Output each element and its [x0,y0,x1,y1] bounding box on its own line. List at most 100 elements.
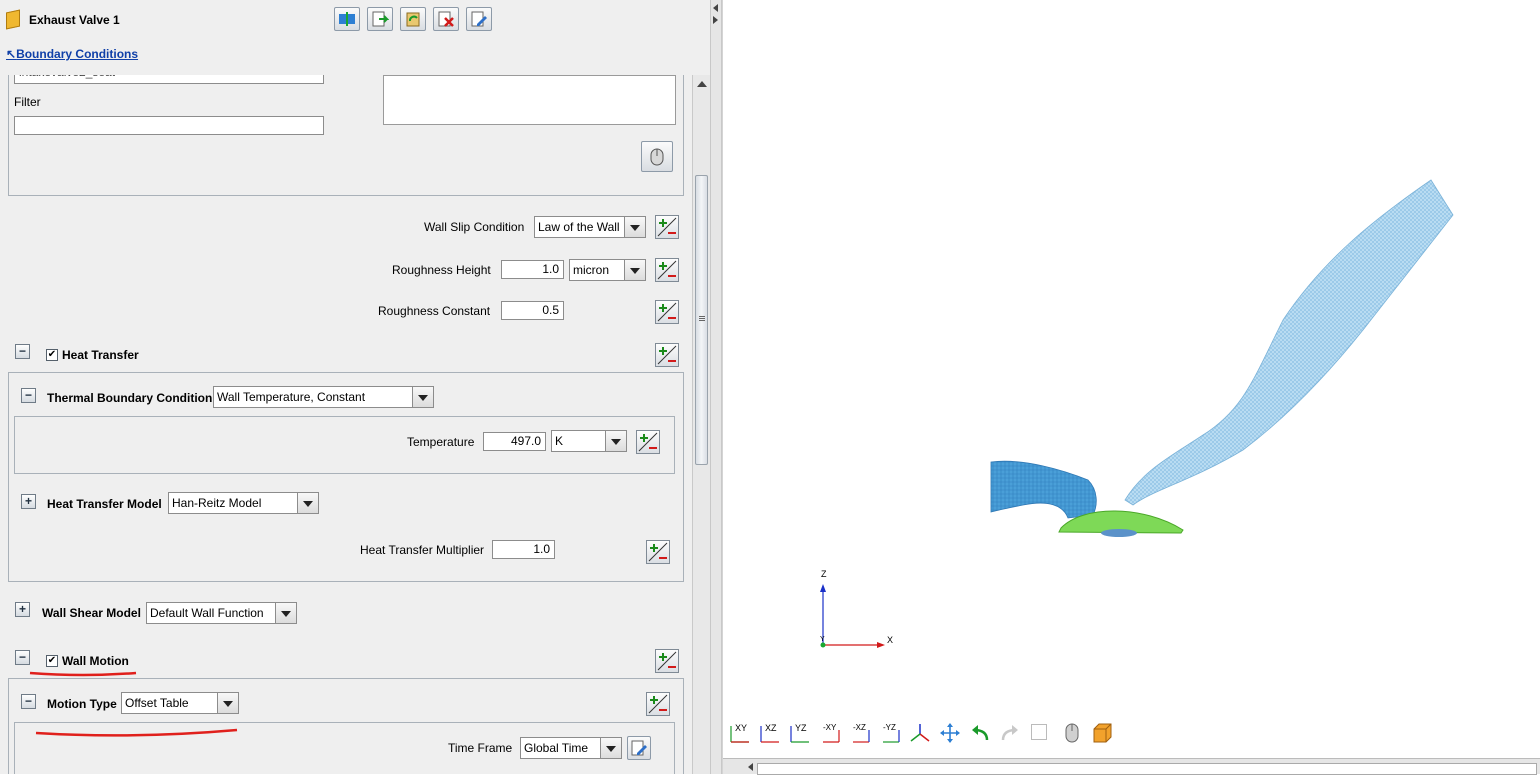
region-select[interactable]: intakevalve2_seat [14,75,324,84]
add-remove-icon[interactable] [655,215,679,239]
multiplier-label: Heat Transfer Multiplier [360,543,485,557]
chevron-down-icon [297,493,318,513]
region-list[interactable] [383,75,676,125]
collapse-icon[interactable]: − [15,344,30,359]
collapse-right-icon[interactable] [713,16,718,24]
chevron-down-icon [275,603,296,623]
roughness-height-input[interactable]: 1.0 [501,260,564,279]
expand-icon[interactable]: + [21,494,36,509]
vertical-scrollbar[interactable] [692,75,710,774]
view-toolbar: XY XZ YZ -XY -XZ -YZ [723,718,1540,748]
time-frame-select[interactable]: Global Time [520,737,622,759]
annotation-underline [29,671,137,677]
heat-transfer-checkbox[interactable]: ✔ [46,349,58,361]
geometry-render[interactable] [723,0,1540,715]
x-axis-label: X [887,635,894,645]
view-yz-icon[interactable]: YZ [789,722,811,744]
bounding-box-icon[interactable] [1091,722,1113,747]
collapse-icon[interactable]: − [21,388,36,403]
view-xz-icon[interactable]: XZ [759,722,781,744]
wall-motion-label: Wall Motion [62,654,129,668]
roughness-height-label: Roughness Height [392,263,491,277]
axes-3d-icon[interactable] [909,722,931,747]
roughness-constant-label: Roughness Constant [378,304,491,318]
roughness-constant-input[interactable]: 0.5 [501,301,564,320]
wall-motion-checkbox[interactable]: ✔ [46,655,58,667]
properties-panel: Exhaust Valve 1 ↖Boundary Conditions int… [0,0,710,774]
blank-icon[interactable] [1031,724,1047,740]
output-field[interactable] [757,763,1537,775]
filter-input[interactable] [14,116,324,135]
y-axis-label: Y [820,636,825,643]
valve-head [1101,529,1137,537]
heat-transfer-model-select[interactable]: Han-Reitz Model [168,492,319,514]
edit-icon[interactable] [466,7,492,31]
z-axis-label: Z [821,569,827,579]
wall-shear-label: Wall Shear Model [42,606,141,620]
breadcrumb-link[interactable]: ↖Boundary Conditions [6,47,138,61]
view-neg-xz-icon[interactable]: -XZ [849,722,871,744]
pan-icon[interactable] [939,722,961,747]
mouse-pick-icon[interactable] [641,141,673,172]
time-frame-label: Time Frame [448,741,513,755]
chevron-down-icon [624,260,645,280]
scroll-thumb[interactable] [695,175,708,465]
add-remove-icon[interactable] [655,343,679,367]
wall-shear-select[interactable]: Default Wall Function [146,602,297,624]
temperature-label: Temperature [407,435,475,449]
filter-label: Filter [14,95,41,109]
multiplier-input[interactable]: 1.0 [492,540,555,559]
paste-icon[interactable] [400,7,426,31]
expand-icon[interactable]: + [15,602,30,617]
exhaust-port-mesh[interactable] [1124,179,1454,506]
add-remove-icon[interactable] [646,692,670,716]
select-icon[interactable] [334,7,360,31]
collapse-icon[interactable]: − [21,694,36,709]
view-neg-xy-icon[interactable]: -XY [819,722,841,744]
chevron-down-icon [605,431,626,451]
redo-view-icon[interactable] [999,722,1021,747]
intake-port-mesh[interactable] [990,460,1097,519]
chevron-down-icon [412,387,433,407]
motion-type-label: Motion Type [47,697,117,711]
breadcrumb: Boundary Conditions [16,47,139,61]
roughness-unit-select[interactable]: micron [569,259,646,281]
thermal-bc-select[interactable]: Wall Temperature, Constant [213,386,434,408]
delete-icon[interactable] [433,7,459,31]
temperature-unit-select[interactable]: K [551,430,627,452]
add-remove-icon[interactable] [655,300,679,324]
bottom-tab-strip [723,758,1540,775]
add-remove-icon[interactable] [655,649,679,673]
export-icon[interactable] [367,7,393,31]
heat-transfer-label: Heat Transfer [62,348,139,362]
split-pane-divider[interactable] [710,0,722,774]
scroll-left-icon[interactable] [748,763,753,771]
panel-title: Exhaust Valve 1 [29,13,120,27]
mouse-mode-icon[interactable] [1061,722,1083,747]
chevron-down-icon [217,693,238,713]
view-xy-icon[interactable]: XY [729,722,751,744]
scroll-content: intakevalve2_seat Filter Wall Slip Condi… [0,75,692,774]
thermal-bc-label: Thermal Boundary Condition [47,391,213,405]
heat-transfer-model-label: Heat Transfer Model [47,497,162,511]
temperature-input[interactable]: 497.0 [483,432,546,451]
view-neg-yz-icon[interactable]: -YZ [879,722,901,744]
wall-slip-label: Wall Slip Condition [424,220,525,234]
wall-slip-select[interactable]: Law of the Wall [534,216,646,238]
undo-view-icon[interactable] [969,722,991,747]
edit-table-icon[interactable] [627,736,651,760]
3d-viewport[interactable]: Z X Y XY XZ YZ -XY -XZ -YZ [722,0,1540,775]
collapse-icon[interactable]: − [15,650,30,665]
collapse-left-icon[interactable] [713,4,718,12]
scroll-up-icon[interactable] [697,81,707,87]
add-remove-icon[interactable] [646,540,670,564]
x-arrow-icon [877,642,885,648]
add-remove-icon[interactable] [636,430,660,454]
motion-type-select[interactable]: Offset Table [121,692,239,714]
chevron-down-icon [624,217,645,237]
back-arrow-icon: ↖ [6,47,17,61]
origin-dot [820,642,826,648]
add-remove-icon[interactable] [655,258,679,282]
valve-icon [6,9,20,30]
chevron-down-icon [600,738,621,758]
